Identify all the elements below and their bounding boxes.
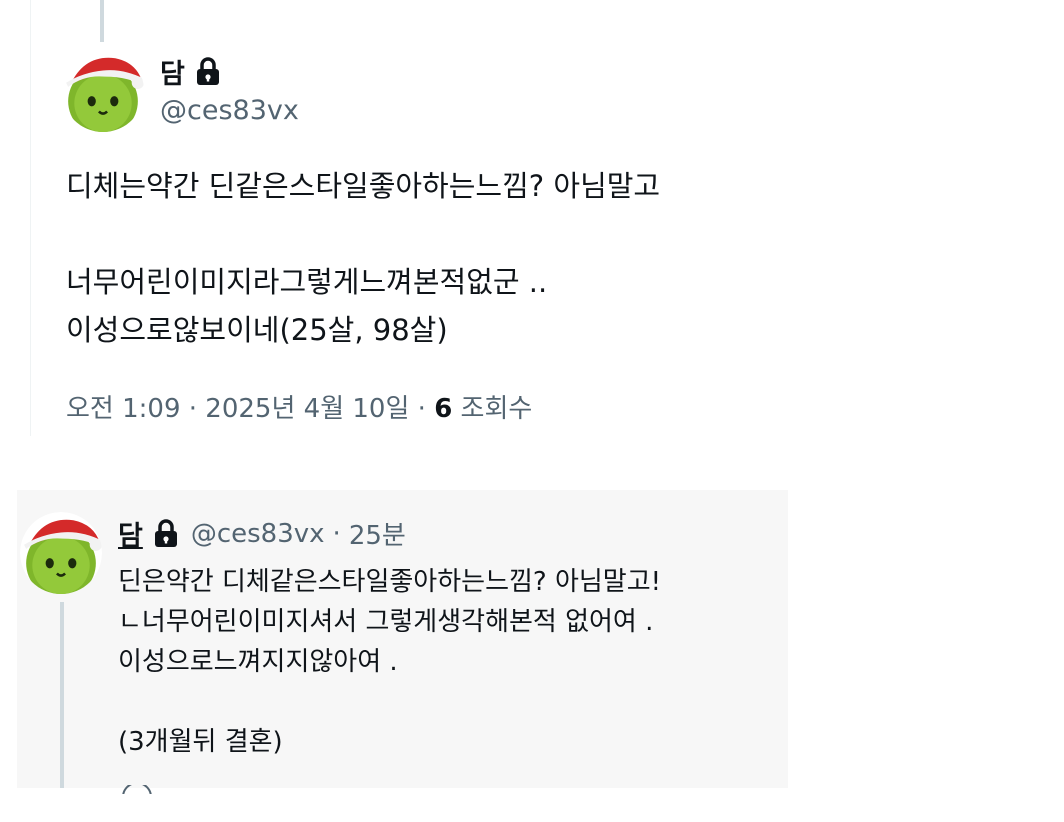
reply-text-line: ㄴ너무어린이미지셔서 그렇게생각해본적 없어여 . (118, 607, 654, 637)
meta-separator: · (332, 518, 341, 549)
tweet-text-line: 너무어린이미지라그렇게느껴본적없군 .. (66, 265, 548, 299)
santa-hat-green-creature-avatar-icon (62, 50, 144, 132)
reply-timestamp[interactable]: 25분 (349, 515, 406, 552)
reply-action-icon[interactable] (120, 782, 154, 794)
reply-header: 담 @ces83vx · 25분 (118, 514, 406, 553)
reply-text-line: (3개월뒤 결혼) (118, 727, 283, 757)
views-label: 조회수 (460, 394, 533, 424)
tweet-meta: 오전 1:09 · 2025년 4월 10일 · 6 조회수 (66, 388, 532, 425)
avatar[interactable] (62, 50, 144, 132)
views-count: 6 (434, 394, 453, 424)
reply-avatar[interactable] (20, 512, 102, 594)
tweet-text-line: 이성으로않보이네(25살, 98살) (66, 313, 448, 347)
timestamp-time[interactable]: 오전 1:09 (66, 394, 181, 424)
santa-hat-green-creature-avatar-icon (20, 512, 102, 594)
tweet-border (30, 0, 31, 436)
tweet-text-line: 디체는약간 딘같은스타일좋아하는느낌? 아님말고 (66, 169, 661, 203)
reply-text-line: 딘은약간 디체같은스타일좋아하는느낌? 아님말고! (118, 567, 662, 597)
author-name-row: 담 (160, 52, 221, 91)
reply-thread-line (60, 602, 64, 788)
handle[interactable]: @ces83vx (160, 95, 299, 126)
reply-text: 딘은약간 디체같은스타일좋아하는느낌? 아님말고! ㄴ너무어린이미지셔서 그렇게… (118, 562, 661, 762)
thread-connector-line (100, 0, 104, 42)
reply-text-line (118, 682, 661, 722)
tweet-text: 디체는약간 딘같은스타일좋아하는느낌? 아님말고 너무어린이미지라그렇게느껴본적… (66, 162, 660, 354)
meta-separator: · (417, 394, 426, 424)
timestamp-date[interactable]: 2025년 4월 10일 (205, 394, 409, 424)
reply-text-line: 이성으로느껴지지않아여 . (118, 647, 398, 677)
display-name[interactable]: 담 (160, 52, 185, 91)
tweet-text-line (66, 210, 660, 258)
reply-handle[interactable]: @ces83vx (191, 519, 325, 549)
meta-separator: · (188, 394, 198, 424)
lock-icon (153, 518, 179, 549)
lock-icon (195, 56, 221, 87)
reply-display-name[interactable]: 담 (118, 514, 143, 553)
